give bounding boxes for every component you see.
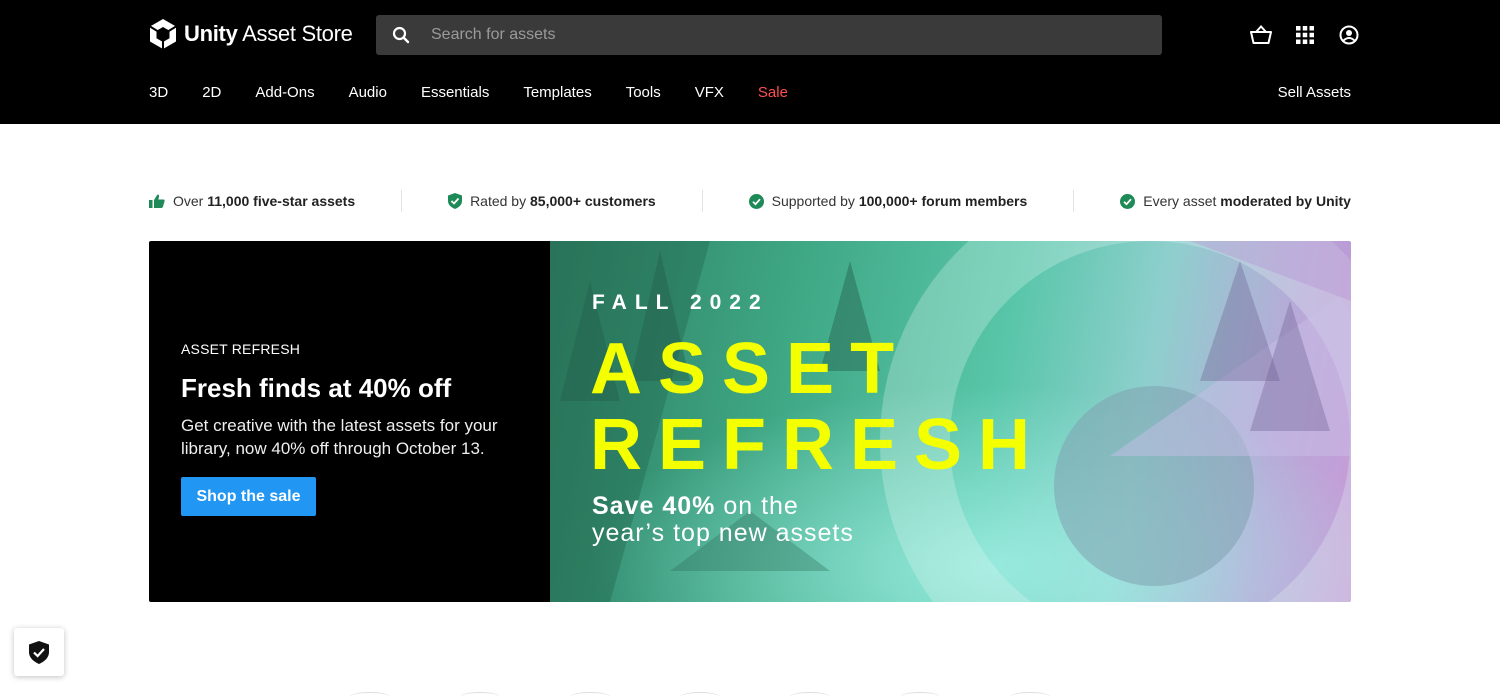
search-icon[interactable]	[376, 15, 426, 55]
banner-text-panel: ASSET REFRESH Fresh finds at 40% off Get…	[149, 241, 550, 602]
logo-text: Unity Asset Store	[184, 21, 353, 46]
nav-item-sale[interactable]: Sale	[758, 84, 788, 101]
nav-item-templates[interactable]: Templates	[523, 84, 591, 101]
grid-icon[interactable]	[1292, 22, 1318, 48]
peek-item	[680, 692, 720, 697]
unity-asset-store-logo[interactable]: Unity Asset Store	[148, 18, 353, 50]
banner-title-line-1: ASSET	[590, 329, 911, 409]
search-bar[interactable]	[376, 15, 1162, 55]
unity-cube-icon	[149, 19, 177, 49]
trust-text: Every asset moderated by Unity	[1143, 193, 1351, 209]
peek-item	[900, 692, 940, 697]
privacy-settings-button[interactable]	[14, 628, 64, 676]
nav-item-essentials[interactable]: Essentials	[421, 84, 489, 101]
nav-item-vfx[interactable]: VFX	[695, 84, 724, 101]
nav-item-3d[interactable]: 3D	[149, 84, 168, 101]
sell-assets-link[interactable]: Sell Assets	[1278, 84, 1351, 101]
check-circle-icon	[1120, 193, 1136, 209]
carousel-peek	[350, 692, 1150, 697]
banner-save-text: Save 40% on the year’s top new assets	[592, 492, 854, 547]
category-nav: 3D 2D Add-Ons Audio Essentials Templates…	[149, 84, 822, 101]
nav-item-2d[interactable]: 2D	[202, 84, 221, 101]
divider	[1073, 190, 1075, 212]
trust-text: Rated by 85,000+ customers	[470, 193, 656, 209]
banner-title-line-2: REFRESH	[590, 405, 1047, 485]
trust-text: Over 11,000 five-star assets	[173, 193, 356, 209]
banner-description: Get creative with the latest assets for …	[181, 416, 498, 458]
hero-banner[interactable]: ASSET REFRESH Fresh finds at 40% off Get…	[149, 241, 1351, 602]
cart-icon[interactable]	[1248, 22, 1274, 48]
nav-item-add-ons[interactable]: Add-Ons	[255, 84, 314, 101]
peek-item	[350, 692, 390, 697]
peek-item	[460, 692, 500, 697]
check-circle-icon	[748, 193, 764, 209]
trust-item-moderated: Every asset moderated by Unity	[1120, 193, 1351, 209]
divider	[701, 190, 703, 212]
search-input[interactable]	[426, 15, 1162, 55]
top-header: Unity Asset Store 3D 2D Add-Ons Audio Es…	[0, 0, 1500, 124]
nav-item-audio[interactable]: Audio	[349, 84, 387, 101]
banner-season-label: FALL 2022	[592, 291, 769, 314]
trust-bar: Over 11,000 five-star assets Rated by 85…	[149, 188, 1351, 214]
trust-item-rated: Rated by 85,000+ customers	[448, 193, 656, 209]
trust-item-supported: Supported by 100,000+ forum members	[748, 193, 1028, 209]
banner-headline: Fresh finds at 40% off	[181, 373, 452, 403]
account-icon[interactable]	[1336, 22, 1362, 48]
shop-the-sale-button[interactable]: Shop the sale	[181, 477, 316, 516]
divider	[401, 190, 403, 212]
nav-item-tools[interactable]: Tools	[626, 84, 661, 101]
privacy-shield-icon	[29, 640, 49, 664]
peek-item	[1010, 692, 1050, 697]
peek-item	[570, 692, 610, 697]
thumbs-up-icon	[149, 194, 165, 208]
trust-item-five-star: Over 11,000 five-star assets	[149, 193, 355, 209]
banner-eyebrow: ASSET REFRESH	[181, 341, 301, 357]
peek-item	[790, 692, 830, 697]
trust-text: Supported by 100,000+ forum members	[771, 193, 1028, 209]
shield-check-icon	[448, 193, 463, 209]
banner-artwork[interactable]: FALL 2022 ASSET REFRESH Save 40% on the …	[550, 241, 1351, 602]
